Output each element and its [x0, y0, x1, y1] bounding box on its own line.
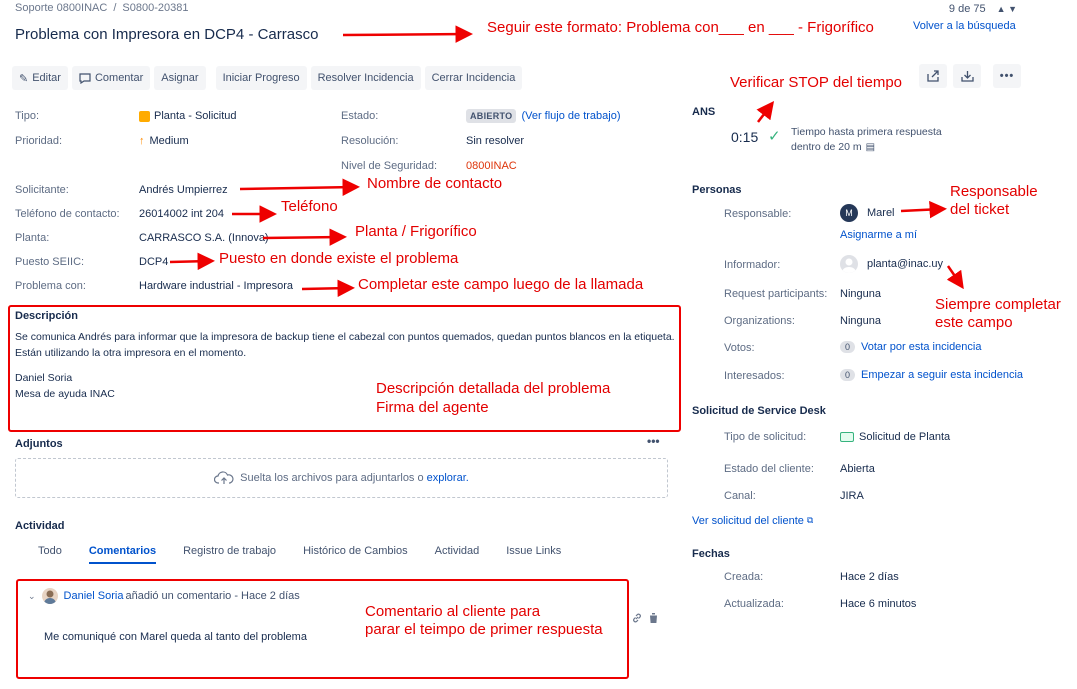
annotation-contact-name: Nombre de contacto: [367, 175, 503, 192]
annotation-desc-1: Descripción detallada del problema: [376, 380, 611, 397]
annotation-comment-2: parar el teimpo de primer respuesta: [365, 621, 603, 638]
annotation-always-2: este campo: [935, 314, 1013, 331]
annotation-comment-1: Comentario al cliente para: [365, 603, 541, 620]
annotation-responsible-1: Responsable: [950, 183, 1038, 200]
annotation-desc-2: Firma del agente: [376, 399, 489, 416]
annotation-verify-stop: Verificar STOP del tiempo: [730, 74, 903, 91]
annotation-post: Puesto en donde existe el problema: [219, 250, 459, 267]
annotation-always-complete: Siempre completar este campo: [935, 296, 1061, 332]
annotation-plant: Planta / Frigorífico: [355, 223, 477, 240]
annotation-description: Descripción detallada del problema Firma …: [376, 379, 610, 417]
annotation-always-1: Siempre completar: [935, 296, 1061, 313]
annotation-complete-after: Completar este campo luego de la llamada: [358, 276, 644, 293]
annotation-phone: Teléfono: [281, 198, 338, 215]
annotation-title-format: Seguir este formato: Problema con___ en …: [487, 19, 874, 36]
annotation-responsible-2: del ticket: [950, 201, 1010, 218]
annotation-responsible: Responsable del ticket: [950, 183, 1038, 219]
annotation-arrows: [169, 25, 964, 298]
annotation-comment: Comentario al cliente para parar el teimp…: [365, 603, 603, 639]
